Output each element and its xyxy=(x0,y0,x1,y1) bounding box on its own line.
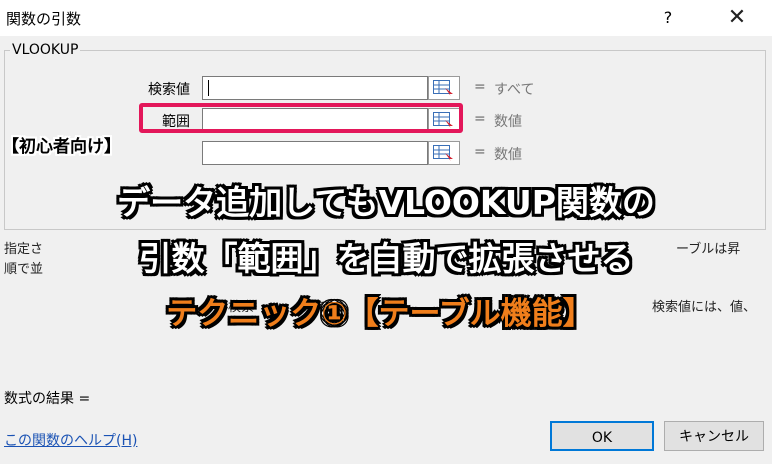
caption-line-3: テクニック①【テーブル機能】 xyxy=(166,296,594,332)
formula-result-label: 数式の結果 = xyxy=(4,391,91,407)
ok-button[interactable]: OK xyxy=(550,421,654,451)
col-index-input[interactable] xyxy=(202,141,428,165)
arg-result: 数値 xyxy=(494,147,522,163)
caption-line-1: データ追加してもVLOOKUP関数の xyxy=(117,183,655,222)
arg-equals: = xyxy=(474,144,486,160)
beginner-tag: 【初心者向け】 xyxy=(2,137,121,157)
dialog-title: 関数の引数 xyxy=(6,10,82,28)
arg-equals: = xyxy=(474,79,486,95)
range-select-icon xyxy=(433,80,453,96)
arg-row-lookup-value: 検索値 = すべて xyxy=(0,75,772,101)
cancel-button[interactable]: キャンセル xyxy=(664,421,764,451)
close-button[interactable]: ✕ xyxy=(722,4,752,32)
caption-line-2: 引数「範囲」を自動で拡張させる xyxy=(138,239,634,278)
function-name: VLOOKUP xyxy=(10,42,81,58)
collapse-dialog-button[interactable] xyxy=(428,76,460,100)
range-highlight-box xyxy=(139,103,463,133)
text-caret xyxy=(208,80,209,96)
function-help-link[interactable]: この関数のヘルプ(H) xyxy=(4,430,137,450)
title-bar: 関数の引数 ? ✕ xyxy=(0,0,772,36)
arg-result: 数値 xyxy=(494,114,522,130)
lookup-value-input[interactable] xyxy=(202,76,428,100)
arg-equals: = xyxy=(474,111,486,127)
range-select-icon xyxy=(433,145,453,161)
collapse-dialog-button[interactable] xyxy=(428,141,460,165)
help-button[interactable]: ? xyxy=(656,6,680,30)
arg-label: 検索値 xyxy=(148,82,190,98)
arg-result: すべて xyxy=(494,82,535,98)
